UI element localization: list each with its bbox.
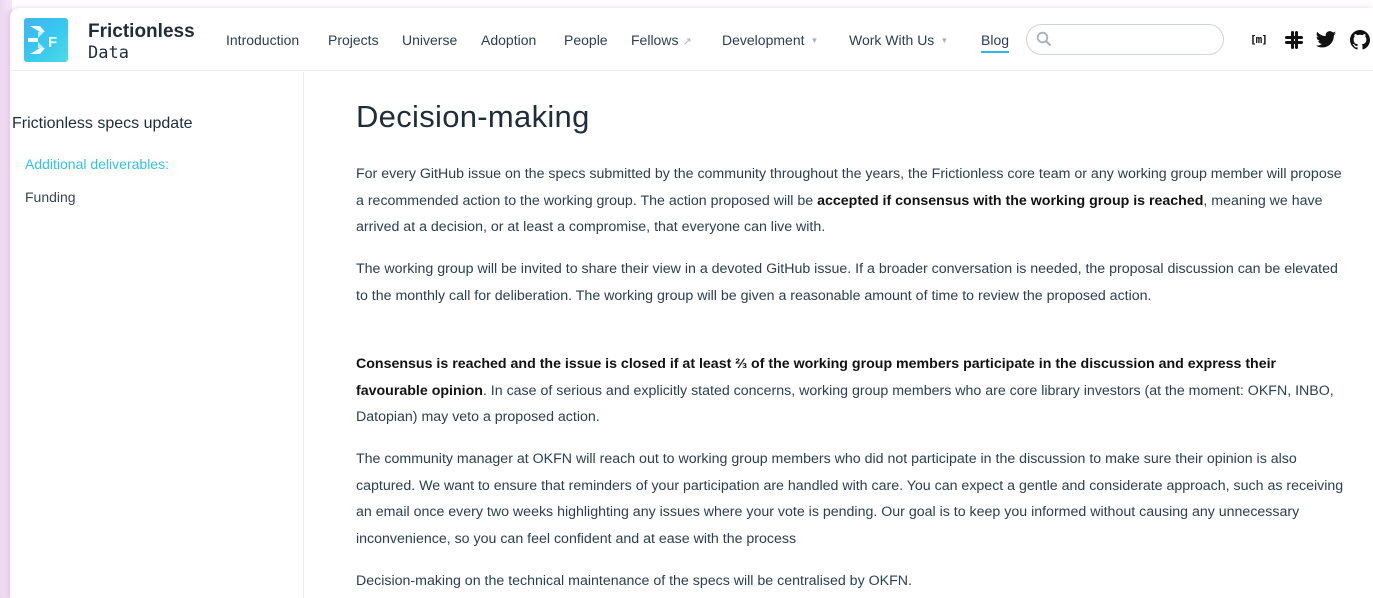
nav-introduction-label: Introduction [226,32,300,48]
nav-adoption[interactable]: Adoption [481,32,536,48]
nav-adoption-label: Adoption [481,32,537,48]
paragraph-5-text: Decision-making on the technical mainten… [356,573,912,589]
paragraph-5: Decision-making on the technical mainten… [356,568,1346,595]
nav-projects[interactable]: Projects [328,32,379,48]
logo-mark-icon: F [28,26,57,54]
nav-projects-label: Projects [328,32,379,48]
nav-work-with-us-label: Work With Us [849,32,935,48]
sidebar: Frictionless specs update Additional del… [10,72,304,598]
frictionless-logo[interactable]: F [24,18,68,62]
logo-letter: F [48,34,57,51]
nav-introduction[interactable]: Introduction [226,32,299,48]
nav-fellows-label: Fellows [631,32,679,48]
nav-blog-label: Blog [981,32,1010,48]
paragraph-4: The community manager at OKFN will reach… [356,446,1346,552]
nav-blog[interactable]: Blog [981,32,1010,53]
slack-icon[interactable] [1284,30,1304,50]
nav-universe[interactable]: Universe [402,32,457,48]
sidebar-item-funding[interactable]: Funding [25,189,76,205]
search-box[interactable] [1026,24,1224,55]
paragraph-1: For every GitHub issue on the specs subm… [356,161,1346,241]
nav-development-label: Development [722,32,805,48]
nav-development[interactable]: Development ▼ [722,32,818,48]
nav-work-with-us[interactable]: Work With Us ▼ [849,32,948,48]
top-navbar: F Frictionless Data Introduction Project… [10,8,1373,71]
search-icon [1036,31,1051,46]
brand-name-bottom[interactable]: Data [88,43,129,63]
matrix-icon[interactable]: [m] [1250,33,1268,46]
paragraph-3: Consensus is reached and the issue is cl… [356,351,1346,431]
github-icon[interactable] [1350,30,1370,50]
external-link-icon: ↗ [682,36,692,48]
paragraph-1-bold: accepted if consensus with the working g… [817,192,1204,209]
browser-viewport: F Frictionless Data Introduction Project… [10,8,1373,598]
search-input[interactable] [1057,29,1217,50]
nav-people[interactable]: People [564,32,608,48]
twitter-icon[interactable] [1315,30,1337,50]
sidebar-item-additional-deliverables[interactable]: Additional deliverables: [25,156,169,172]
nav-people-label: People [564,32,608,48]
sidebar-title: Frictionless specs update [12,115,193,132]
paragraph-4-text: The community manager at OKFN will reach… [356,451,1344,547]
brand-name-top[interactable]: Frictionless [88,21,195,43]
caret-down-icon: ▼ [810,36,819,45]
page-title: Decision-making [356,99,590,134]
paragraph-2-text: The working group will be invited to sha… [356,261,1338,304]
nav-fellows[interactable]: Fellows ↗ [631,32,692,48]
caret-down-icon: ▼ [940,36,949,45]
nav-universe-label: Universe [402,32,458,48]
paragraph-3-text: . In case of serious and explicitly stat… [356,382,1334,426]
paragraph-2: The working group will be invited to sha… [356,256,1346,309]
